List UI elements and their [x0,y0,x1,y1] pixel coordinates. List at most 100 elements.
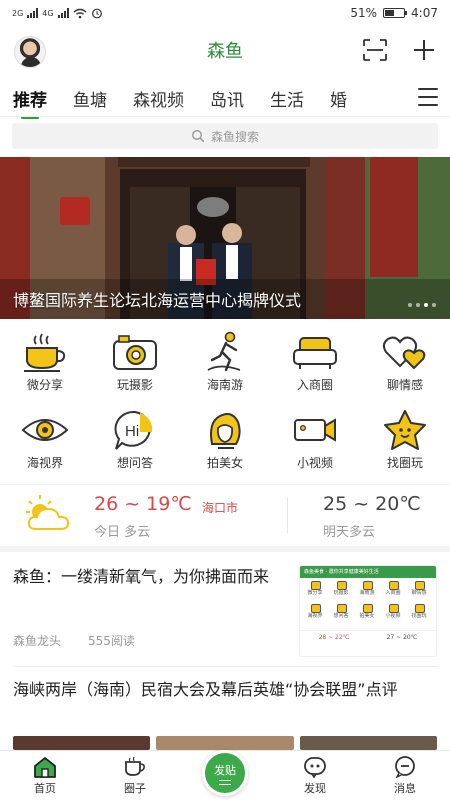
network-type-2: 4G [42,8,54,18]
feature-grid: 微分享 玩摄影 海南游 入商圈 聊情感 海视界 Hi 想问答 拍美女 小视频 找… [0,330,450,486]
post-icon [219,779,231,785]
weather-widget[interactable]: 26 ~ 19℃ 海口市 今日 多云 25 ~ 20℃ 明天多云 [0,484,450,542]
tomorrow-temperature: 25 ~ 20℃ [323,493,421,515]
news-title[interactable]: 海峡两岸（海南）民宿大会及幕后英雄“协会联盟”点评 [13,677,443,703]
feature-emotion[interactable]: 聊情感 [360,330,450,408]
news-title: 森鱼：一缕清新氧气，为你拂面而来 [13,567,270,586]
message-icon [395,756,415,778]
search-input[interactable]: 森鱼搜索 [12,123,438,149]
news-image [156,736,294,750]
banner-carousel[interactable]: 博鳌国际养生论坛北海运营中心揭牌仪式 [0,157,450,319]
nav-post[interactable]: 发贴 [180,750,270,800]
avatar[interactable] [14,36,46,68]
scan-icon[interactable] [362,38,388,62]
eye-icon [21,419,69,441]
feature-label: 玩摄影 [116,378,153,392]
city-name: 海口市 [202,501,239,515]
feature-qa[interactable]: Hi 想问答 [90,408,180,486]
divider [0,116,450,117]
thumb-grid: 微分享 玩摄影 海南游 入商圈 聊情感 海视界 想问答 拍美女 小视频 找圈玩 [300,578,436,627]
thumb-label: 拍美女 [354,604,380,619]
news-images [13,736,437,750]
nav-circle[interactable]: 圈子 [90,751,180,800]
banner-caption: 博鳌国际养生论坛北海运营中心揭牌仪式 [13,291,302,310]
signal-icon [57,8,69,18]
camera-icon [113,335,157,370]
feature-short-video[interactable]: 小视频 [270,408,360,486]
alarm-icon [91,8,102,19]
nav-messages[interactable]: 消息 [360,751,450,800]
feature-hainan-travel[interactable]: 海南游 [180,330,270,408]
thumb-label: 小视频 [380,604,406,619]
nav-label: 发现 [304,782,326,795]
search-icon [191,129,205,143]
tab-wedding[interactable]: 婚 [330,86,347,111]
thumb-today-temp: 28 ~ 22℃ [318,634,350,641]
nav-label: 首页 [34,782,56,795]
news-source: 森鱼龙头 [13,634,62,648]
battery-icon [383,8,408,18]
nav-label: 消息 [394,782,416,795]
battery-percent: 51% [350,6,378,20]
feature-label: 聊情感 [386,378,423,392]
post-button[interactable]: 发贴 [202,750,248,796]
divider [287,497,288,533]
thumb-label: 聊情感 [406,581,432,596]
feature-share[interactable]: 微分享 [0,330,90,408]
menu-icon[interactable] [418,88,438,106]
thumb-label: 找圈玩 [406,604,432,619]
signal-icon [27,8,39,18]
feature-beauty[interactable]: 拍美女 [180,408,270,486]
tab-fishpond[interactable]: 鱼塘 [73,86,107,111]
network-type-1: 2G [12,8,24,18]
video-camera-icon [294,418,336,442]
clock: 4:07 [411,6,438,20]
tab-island-news[interactable]: 岛讯 [210,86,244,111]
news-image [13,736,151,750]
app-header: 森鱼 [0,26,450,74]
tomorrow-forecast: 明天多云 [323,525,376,540]
sofa-icon [293,337,337,369]
feature-label: 小视频 [296,456,333,470]
woman-icon [210,413,241,449]
tab-video[interactable]: 森视频 [133,86,184,111]
feature-sea-vision[interactable]: 海视界 [0,408,90,486]
home-icon [34,757,56,778]
tabs-fade [370,80,410,116]
search-placeholder: 森鱼搜索 [210,129,259,144]
tab-recommend[interactable]: 推荐 [13,86,47,119]
post-label: 发贴 [214,763,236,777]
status-bar: 2G 4G 51% 4:07 [0,0,450,26]
thumb-label: 海视界 [302,604,328,619]
thumb-label: 入商圈 [380,581,406,596]
nav-discover[interactable]: 发现 [270,751,360,800]
discover-icon [304,757,326,778]
hearts-icon [382,336,426,370]
plus-icon[interactable] [412,38,436,62]
traveler-icon [207,331,241,372]
news-read-count: 555阅读 [88,634,135,648]
category-tabs: 推荐 鱼塘 森视频 岛讯 生活 婚 [0,80,450,119]
feature-business[interactable]: 入商圈 [270,330,360,408]
feature-label: 想问答 [116,456,153,470]
feature-label: 海视界 [26,456,63,470]
hi-bubble-icon: Hi [114,410,153,450]
nav-label: 圈子 [124,782,146,795]
news-image [299,736,437,750]
feature-find-circle[interactable]: 找圈玩 [360,408,450,486]
coffee-cup-icon [24,333,66,372]
nav-home[interactable]: 首页 [0,751,90,800]
feature-label: 拍美女 [206,456,243,470]
feature-label: 找圈玩 [386,456,423,470]
thumb-tomorrow-temp: 27 ~ 20℃ [386,634,418,641]
feature-photography[interactable]: 玩摄影 [90,330,180,408]
today-forecast: 今日 多云 [94,525,151,540]
tab-life[interactable]: 生活 [270,86,304,111]
star-face-icon [384,410,426,450]
feature-label: 入商圈 [296,378,333,392]
thumb-banner: 森鱼美食 · 邀你共享健康美好生活 [300,566,436,578]
news-item[interactable]: 森鱼：一缕清新氧气，为你拂面而来 森鱼龙头 555阅读 森鱼美食 · 邀你共享健… [0,552,450,666]
svg-text:Hi: Hi [125,423,139,440]
thumb-label: 想问答 [328,604,354,619]
divider [13,666,437,667]
